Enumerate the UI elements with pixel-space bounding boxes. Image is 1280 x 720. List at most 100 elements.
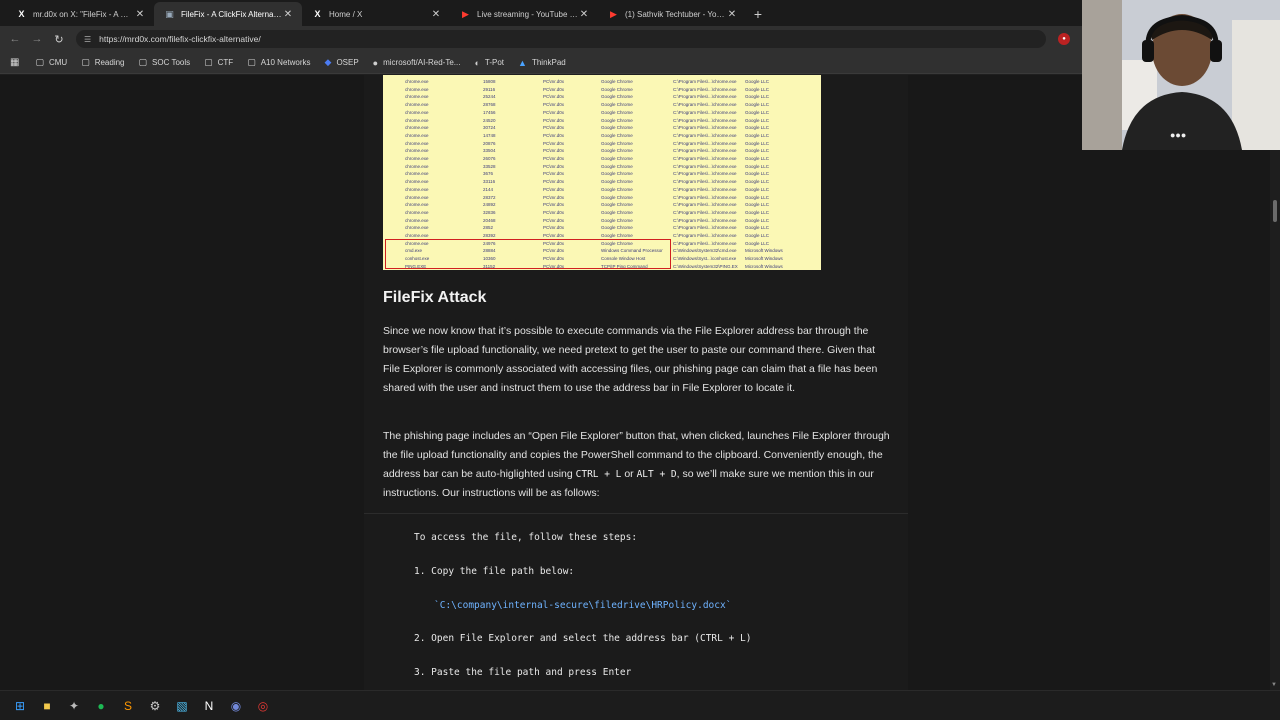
process-cell: chrome.exe [405,179,429,185]
discord-icon[interactable]: ◉ [226,696,246,716]
process-cell: PC\mr.d0x [543,225,565,231]
code-step-3: 3. Paste the file path and press Enter [414,667,632,678]
apps-icon[interactable]: ▦ [10,57,19,68]
thinkpad-icon: ▲ [518,57,527,68]
app-icon[interactable]: ✦ [64,696,84,716]
tab-close-icon[interactable]: ✕ [282,9,294,20]
process-cell: chrome.exe [405,125,429,131]
process-row: chrome.exe 24892 PC\mr.d0x Google Chrome C:\… [383,202,821,209]
process-cell: PC\mr.d0x [543,156,565,161]
process-row: chrome.exe 20468 PC\mr.d0x Google Chrome C:\… [383,218,821,225]
tab-close-icon[interactable]: ✕ [578,9,590,20]
windows-start-icon[interactable]: ⊞ [10,696,30,716]
process-cell: Google LLC [745,125,770,131]
process-cell: 3676 [483,171,494,177]
tab-4[interactable]: ▶ (1) Sathvik Techtuber - YouTube✕ [598,2,746,26]
x-logo-icon: X [314,9,321,19]
process-cell: PC\mr.d0x [543,86,565,92]
bookmark-8[interactable]: ▲ ThinkPad [518,58,566,68]
forward-icon[interactable]: → [26,33,48,45]
process-cell: C:\Program Files\...\chrome.exe [673,163,737,169]
new-tab-button[interactable]: + [746,2,770,26]
back-icon[interactable]: ← [4,33,26,45]
process-cell: chrome.exe [405,194,429,200]
tab-1[interactable]: ▣ FileFix - A ClickFix Alternative | ✕ [154,2,302,26]
process-cell: C:\Program Files\...\chrome.exe [673,79,737,84]
page-scrollbar[interactable]: ▲ ▼ [1270,75,1280,690]
scroll-down-icon[interactable]: ▼ [1271,682,1277,688]
reload-icon[interactable]: ↻ [48,33,70,46]
process-cell: Google LLC [745,140,770,146]
process-row: chrome.exe 24520 PC\mr.d0x Google Chrome C:\… [383,118,821,125]
extension-icon[interactable]: ● [1058,33,1070,45]
tab-title: Home / X [329,9,363,19]
bookmark-2[interactable]: ▢ SOC Tools [139,57,191,68]
process-cell: PC\mr.d0x [543,194,565,200]
process-cell: C:\Program Files\...\chrome.exe [673,86,737,92]
notion-icon[interactable]: N [199,696,219,716]
process-cell: chrome.exe [405,202,429,208]
process-cell: 14748 [483,132,496,138]
process-cell: 2852 [483,225,494,231]
process-cell: Google Chrome [601,163,633,169]
spotify-icon[interactable]: ● [91,696,111,716]
process-cell: 32836 [483,209,496,215]
process-cell: Google LLC [745,132,770,138]
file-explorer-icon[interactable]: ■ [37,696,57,716]
process-cell: C:\Windows\System32\PING.EX [673,263,738,269]
bookmark-1[interactable]: ▢ Reading [81,57,124,68]
process-cell: Google Chrome [601,94,633,100]
bookmark-4[interactable]: ▢ A10 Networks [247,57,310,68]
chrome-icon[interactable]: ◎ [253,696,273,716]
bookmark-0[interactable]: ▢ CMU [35,57,67,68]
page-icon: ▣ [165,8,174,19]
settings-icon[interactable]: ⚙ [145,696,165,716]
process-cell: 24892 [483,202,496,208]
process-cell: C:\Program Files\...\chrome.exe [673,94,737,100]
process-cell: C:\Program Files\...\chrome.exe [673,233,737,238]
tab-0[interactable]: Xmr.d0x on X: "FileFix - A ClickFi ✕ [6,2,154,26]
webcam-overlay: ●●● [1082,0,1280,150]
snipping-icon[interactable]: ▧ [172,696,192,716]
article: chrome.exe 15808 PC\mr.d0x Google Chrome C:\… [364,75,908,690]
process-row: chrome.exe 32836 PC\mr.d0x Google Chrome C:\… [383,210,821,217]
process-cell: C:\Program Files\...\chrome.exe [673,117,737,123]
process-cell: chrome.exe [405,148,429,154]
bookmark-5[interactable]: ◆ OSEP [325,57,359,68]
bookmark-7[interactable]: ◐ T-Pot [474,58,504,68]
code-block-divider [364,513,908,514]
process-cell: chrome.exe [405,163,429,169]
tab-3[interactable]: ▶ Live streaming - YouTube Studi ✕ [450,2,598,26]
sublime-icon[interactable]: S [118,696,138,716]
process-cell: PC\mr.d0x [543,171,565,177]
tpot-icon: ◐ [474,57,480,68]
bookmark-label: T-Pot [484,58,505,67]
process-cell: Google Chrome [601,79,633,84]
address-bar[interactable]: ☰ https://mrd0x.com/filefix-clickfix-alt… [76,30,1046,48]
process-cell: PC\mr.d0x [543,140,565,146]
tab-close-icon[interactable]: ✕ [726,9,738,20]
process-cell: 26076 [483,156,496,161]
code-step-1: 1. Copy the file path below: [414,566,575,577]
process-cell: Google LLC [745,171,770,177]
process-cell: chrome.exe [405,94,429,100]
bookmark-6[interactable]: ● microsoft/AI-Red-Te... [373,58,461,68]
scroll-thumb[interactable] [1273,200,1277,222]
process-row: chrome.exe 29116 PC\mr.d0x Google Chrome C:\… [383,87,821,94]
bookmark-3[interactable]: ▢ CTF [204,57,233,68]
process-row: chrome.exe 28372 PC\mr.d0x Google Chrome C:\… [383,195,821,202]
process-cell: Google Chrome [601,125,633,131]
process-cell: Google LLC [745,148,770,154]
youtube-icon: ▶ [610,8,617,19]
site-info-icon[interactable]: ☰ [84,35,91,44]
tab-close-icon[interactable]: ✕ [134,9,146,20]
tab-2[interactable]: X Home / X ✕ [302,2,450,26]
process-cell: chrome.exe [405,186,429,192]
process-cell: 17456 [483,109,496,115]
process-cell: Google Chrome [601,86,633,92]
osep-icon: ◆ [324,57,332,67]
tab-close-icon[interactable]: ✕ [430,9,442,20]
web-page: chrome.exe 15808 PC\mr.d0x Google Chrome C:\… [0,75,1270,690]
webcam-person-image: ●●● [1082,0,1280,150]
youtube-icon: ▶ [462,8,469,19]
